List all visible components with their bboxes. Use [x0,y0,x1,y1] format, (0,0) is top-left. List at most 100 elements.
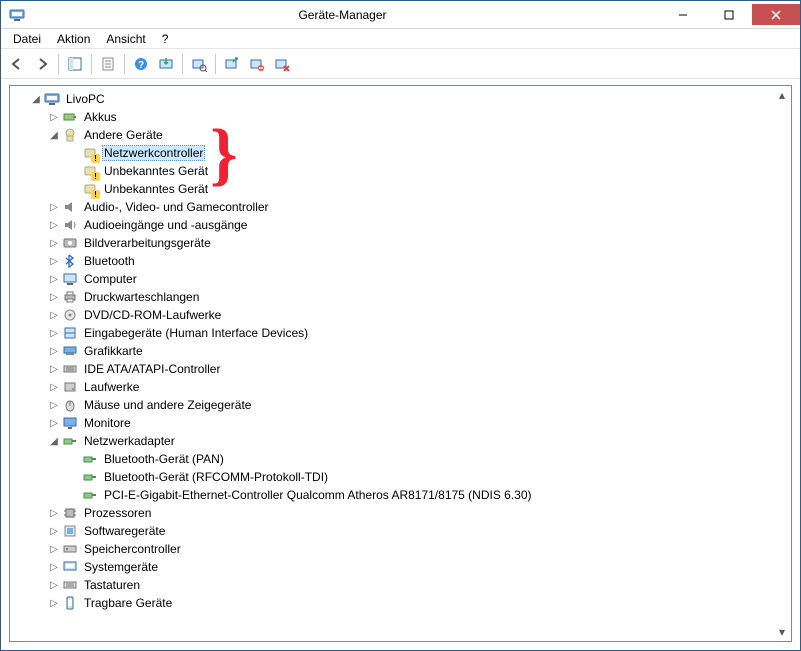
node-ide[interactable]: IDE ATA/ATAPI-Controller [82,361,222,377]
expander[interactable]: ▷ [46,379,62,395]
properties-button[interactable] [96,52,120,76]
scroll-up-arrow[interactable]: ▴ [775,88,789,102]
titlebar: Geräte-Manager [1,1,800,29]
node-net-pan[interactable]: Bluetooth-Gerät (PAN) [102,451,226,467]
help-button[interactable]: ? [129,52,153,76]
node-unbekannt-1[interactable]: Unbekanntes Gerät [102,163,210,179]
expander[interactable]: ▷ [46,541,62,557]
expander[interactable]: ◢ [46,127,62,143]
menubar: Datei Aktion Ansicht ? [1,29,800,49]
node-computer[interactable]: Computer [82,271,139,287]
node-akkus[interactable]: Akkus [82,109,119,125]
storage-controller-icon [62,541,78,557]
menu-file[interactable]: Datei [5,30,49,48]
scroll-down-arrow[interactable]: ▾ [775,625,789,639]
ide-controller-icon [62,361,78,377]
mouse-icon [62,397,78,413]
enable-device-button[interactable] [220,52,244,76]
node-netzwerkcontroller[interactable]: Netzwerkcontroller [102,145,205,161]
node-soft[interactable]: Softwaregeräte [82,523,167,539]
node-proz[interactable]: Prozessoren [82,505,153,521]
node-net-rfcomm[interactable]: Bluetooth-Gerät (RFCOMM-Protokoll-TDI) [102,469,330,485]
expander-root[interactable]: ◢ [28,91,44,107]
keyboard-icon [62,577,78,593]
node-dvd[interactable]: DVD/CD-ROM-Laufwerke [82,307,223,323]
node-sys[interactable]: Systemgeräte [82,559,160,575]
network-adapter-icon [82,487,98,503]
show-hide-tree-button[interactable] [63,52,87,76]
node-andere[interactable]: Andere Geräte [82,127,165,143]
menu-view[interactable]: Ansicht [98,30,153,48]
expander[interactable]: ▷ [46,343,62,359]
expander[interactable]: ▷ [46,109,62,125]
node-unbekannt-2[interactable]: Unbekanntes Gerät [102,181,210,197]
other-devices-icon [62,127,78,143]
expander[interactable]: ▷ [46,235,62,251]
bluetooth-icon [62,253,78,269]
node-net-atheros[interactable]: PCI-E-Gigabit-Ethernet-Controller Qualco… [102,487,534,503]
toolbar-separator [215,54,216,74]
node-speich[interactable]: Speichercontroller [82,541,183,557]
toolbar-separator [58,54,59,74]
uninstall-device-button[interactable] [270,52,294,76]
audio-icon [62,199,78,215]
network-adapter-icon [82,469,98,485]
window-controls [660,4,800,25]
node-bt[interactable]: Bluetooth [82,253,137,269]
expander[interactable]: ▷ [46,361,62,377]
portable-device-icon [62,595,78,611]
node-audio[interactable]: Audio-, Video- und Gamecontroller [82,199,271,215]
monitor-icon [62,415,78,431]
expander[interactable]: ▷ [46,199,62,215]
node-root[interactable]: LivoPC [64,91,107,107]
warning-badge-icon: ! [91,154,100,163]
expander[interactable]: ▷ [46,271,62,287]
expander[interactable]: ▷ [46,415,62,431]
battery-icon [62,109,78,125]
node-maus[interactable]: Mäuse und andere Zeigegeräte [82,397,253,413]
update-driver-button[interactable] [154,52,178,76]
expander[interactable]: ▷ [46,325,62,341]
back-button[interactable] [5,52,29,76]
expander[interactable]: ▷ [46,307,62,323]
node-mon[interactable]: Monitore [82,415,133,431]
menu-help[interactable]: ? [154,30,177,48]
disable-device-button[interactable] [245,52,269,76]
node-druck[interactable]: Druckwarteschlangen [82,289,201,305]
scan-hardware-button[interactable] [187,52,211,76]
node-bild[interactable]: Bildverarbeitungsgeräte [82,235,213,251]
disk-icon [62,379,78,395]
expander[interactable]: ◢ [46,433,62,449]
maximize-button[interactable] [706,4,752,25]
node-audioio[interactable]: Audioeingänge und -ausgänge [82,217,249,233]
forward-button[interactable] [30,52,54,76]
menu-action[interactable]: Aktion [49,30,98,48]
expander[interactable]: ▷ [46,577,62,593]
node-lauf[interactable]: Laufwerke [82,379,141,395]
expander[interactable]: ▷ [46,397,62,413]
warning-badge-icon: ! [91,190,100,199]
imaging-icon [62,235,78,251]
node-hid[interactable]: Eingabegeräte (Human Interface Devices) [82,325,310,341]
node-net[interactable]: Netzwerkadapter [82,433,177,449]
close-button[interactable] [752,4,800,25]
expander[interactable]: ▷ [46,595,62,611]
expander[interactable]: ▷ [46,523,62,539]
minimize-button[interactable] [660,4,706,25]
unknown-device-icon: ! [82,181,98,197]
printer-icon [62,289,78,305]
expander[interactable]: ▷ [46,505,62,521]
display-adapter-icon [62,343,78,359]
node-trag[interactable]: Tragbare Geräte [82,595,174,611]
node-grafik[interactable]: Grafikkarte [82,343,145,359]
expander[interactable]: ▷ [46,559,62,575]
device-tree[interactable]: ▴ ▾ ◢ LivoPC ▷ Akkus ◢ [9,85,792,642]
svg-text:?: ? [138,60,144,71]
software-device-icon [62,523,78,539]
toolbar: ? [1,49,800,79]
expander[interactable]: ▷ [46,289,62,305]
node-tast[interactable]: Tastaturen [82,577,142,593]
unknown-device-icon: ! [82,163,98,179]
expander[interactable]: ▷ [46,217,62,233]
expander[interactable]: ▷ [46,253,62,269]
